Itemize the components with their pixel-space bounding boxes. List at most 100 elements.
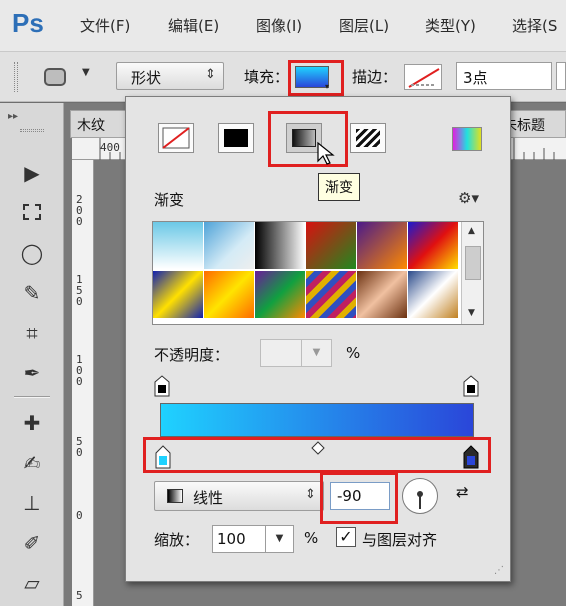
fill-dropdown-arrow-icon[interactable]: ▾: [325, 82, 329, 91]
gradient-icon: [292, 129, 316, 147]
angle-value: -90: [337, 487, 362, 505]
gradient-style-dropdown[interactable]: 线性 ⇕: [154, 481, 324, 511]
linear-gradient-icon: [167, 489, 183, 503]
gradient-heading: 渐变: [154, 191, 185, 209]
angle-dial[interactable]: [402, 478, 438, 514]
preset-swatch[interactable]: [255, 222, 306, 270]
brush-tool-icon[interactable]: ✍: [14, 448, 50, 478]
stroke-label: 描边：: [352, 68, 398, 86]
ruler-left-label: 0: [76, 509, 83, 522]
preset-swatch[interactable]: [408, 222, 459, 270]
opacity-label: 不透明度：: [154, 346, 230, 364]
options-grip: [14, 62, 18, 92]
tool-divider: [14, 396, 50, 398]
gradient-tooltip: 渐变: [318, 173, 360, 201]
options-bar: ▼ 形状 ⇕ 填充： ▾ 描边： 3点: [0, 52, 566, 102]
stroke-type-box[interactable]: [556, 62, 566, 90]
preset-swatch[interactable]: [153, 271, 204, 319]
reverse-gradient-icon[interactable]: ⇄: [456, 483, 478, 505]
presets-scrollbar[interactable]: ▲ ▼: [461, 222, 483, 324]
opacity-unit: %: [346, 344, 361, 362]
menu-select[interactable]: 选择(S: [512, 15, 557, 36]
solid-color-icon: [224, 129, 248, 147]
stroke-swatch[interactable]: [404, 64, 442, 90]
preset-swatch[interactable]: [408, 271, 459, 319]
eyedropper-tool-icon[interactable]: ✒: [14, 358, 50, 388]
eraser-tool-icon[interactable]: ▱: [14, 568, 50, 598]
healing-brush-tool-icon[interactable]: ✚: [14, 408, 50, 438]
fill-label: 填充：: [244, 68, 290, 86]
ruler-left-label: 150: [76, 273, 83, 308]
opacity-stop-right-icon[interactable]: [463, 375, 479, 397]
opacity-input[interactable]: ▼: [260, 339, 332, 367]
angle-input[interactable]: -90: [330, 482, 390, 510]
ruler-left-label: 5: [76, 589, 83, 602]
color-stop-right-icon[interactable]: [463, 445, 479, 469]
scroll-up-icon[interactable]: ▲: [468, 226, 475, 236]
scale-label: 缩放：: [154, 531, 200, 549]
preset-swatch[interactable]: [204, 222, 255, 270]
ruler-left-label: 50: [76, 435, 83, 459]
gradient-style-value: 线性: [193, 489, 224, 507]
midpoint-diamond-icon[interactable]: [311, 441, 325, 455]
history-brush-tool-icon[interactable]: ✐: [14, 528, 50, 558]
fill-swatch[interactable]: [295, 66, 329, 88]
pattern-button[interactable]: [350, 123, 386, 153]
move-tool-icon[interactable]: ▶: [14, 158, 50, 188]
no-stroke-icon: [408, 68, 440, 88]
menu-layer[interactable]: 图层(L): [339, 15, 389, 36]
preset-swatch[interactable]: [204, 271, 255, 319]
scale-dropdown-icon[interactable]: ▼: [265, 526, 293, 552]
mode-dropdown[interactable]: 形状 ⇕: [116, 62, 224, 90]
lasso-tool-icon[interactable]: ◯: [14, 238, 50, 268]
angle-dial-center: [417, 491, 423, 497]
gear-icon[interactable]: ⚙▾: [458, 189, 479, 207]
quick-select-tool-icon[interactable]: ✎: [14, 278, 50, 308]
marquee-tool-icon[interactable]: [14, 198, 50, 228]
align-with-layer-label: 与图层对齐: [362, 531, 438, 549]
color-stop-left-icon[interactable]: [155, 445, 171, 469]
clone-stamp-tool-icon[interactable]: ⊥: [14, 488, 50, 518]
preset-swatch[interactable]: [357, 222, 408, 270]
stroke-width-value: 3点: [463, 69, 488, 87]
scroll-down-icon[interactable]: ▼: [468, 308, 475, 318]
tools-panel: ▸▸ ▶ ◯ ✎ ⌗ ✒ ✚ ✍ ⊥ ✐ ▱: [0, 103, 64, 606]
gradient-preview-bar[interactable]: [160, 403, 474, 437]
preset-swatch[interactable]: [357, 271, 408, 319]
menu-edit[interactable]: 编辑(E): [168, 15, 219, 36]
scrollbar-thumb[interactable]: [465, 246, 481, 280]
crop-tool-icon[interactable]: ⌗: [14, 318, 50, 348]
mouse-cursor-icon: [317, 141, 335, 165]
solid-color-button[interactable]: [218, 123, 254, 153]
fill-highlight: ▾: [288, 60, 344, 96]
gradient-presets: ▲ ▼: [152, 221, 484, 325]
menu-bar: Ps 文件(F) 编辑(E) 图像(I) 图层(L) 类型(Y) 选择(S: [0, 0, 566, 52]
document-tab-left-title: 木纹: [77, 118, 105, 134]
updown-arrow-icon: ⇕: [205, 67, 216, 82]
menu-type[interactable]: 类型(Y): [425, 15, 476, 36]
preset-swatch[interactable]: [306, 271, 357, 319]
document-tab-left[interactable]: 木纹: [70, 110, 130, 138]
opacity-dropdown-icon[interactable]: ▼: [301, 340, 331, 366]
ruler-left-label: 200: [76, 193, 83, 228]
color-picker-icon[interactable]: [452, 127, 482, 151]
preset-swatch[interactable]: [255, 271, 306, 319]
ruler-top-label: 400: [100, 141, 120, 154]
menu-file[interactable]: 文件(F): [80, 15, 130, 36]
preset-swatch[interactable]: [153, 222, 204, 270]
mode-value: 形状: [131, 69, 162, 87]
stroke-width-input[interactable]: 3点: [456, 62, 552, 90]
opacity-stop-left-icon[interactable]: [154, 375, 170, 397]
menu-image[interactable]: 图像(I): [256, 15, 302, 36]
resize-grip-icon[interactable]: ⋰: [494, 565, 504, 576]
no-color-icon: [162, 127, 190, 149]
vertical-ruler: 200 150 100 50 0 5: [72, 160, 94, 606]
align-with-layer-checkbox[interactable]: ✓: [336, 527, 356, 547]
collapse-toolbar-icon[interactable]: ▸▸: [8, 111, 18, 122]
chevron-down-icon[interactable]: ▼: [82, 67, 90, 78]
no-fill-button[interactable]: [158, 123, 194, 153]
ruler-left-label: 100: [76, 353, 83, 388]
rounded-rect-shape-icon[interactable]: [44, 68, 66, 86]
scale-input[interactable]: 100 ▼: [212, 525, 294, 553]
preset-swatch[interactable]: [306, 222, 357, 270]
